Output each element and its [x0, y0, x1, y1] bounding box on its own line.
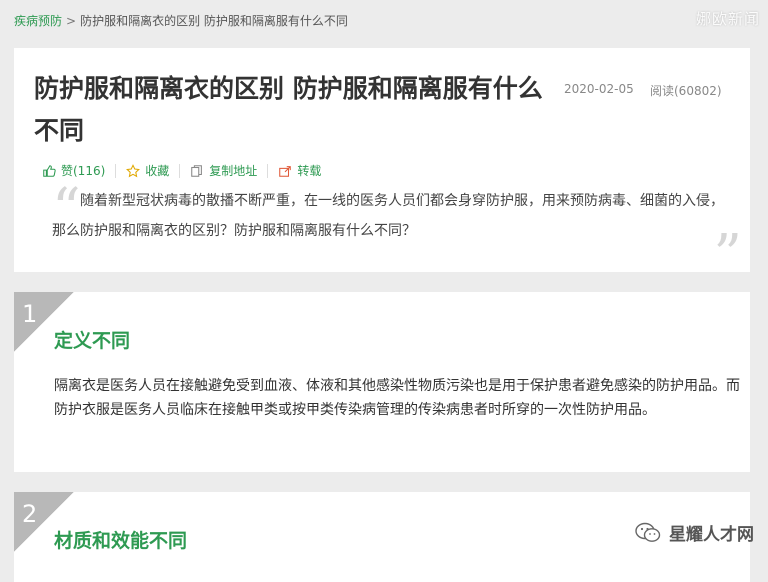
article-summary: 随着新型冠状病毒的散播不断严重，在一线的医务人员们都会身穿防护服，用来预防病毒、…: [52, 193, 724, 239]
action-divider: [115, 163, 117, 178]
copy-label: 复制地址: [209, 164, 258, 178]
section-number: 2: [22, 500, 38, 528]
breadcrumb-current: 防护服和隔离衣的区别 防护服和隔离服有什么不同: [80, 14, 348, 28]
section-card: 1 定义不同 隔离衣是医务人员在接触避免受到血液、体液和其他感染性物质污染也是用…: [14, 292, 750, 472]
watermark-brand: 星耀人才网: [635, 520, 754, 545]
quote-close-mark: ”: [713, 223, 742, 288]
share-label: 转载: [297, 164, 322, 178]
thumbs-up-icon: [43, 164, 56, 177]
share-button[interactable]: 转载: [278, 162, 321, 179]
article-date: 2020-02-05: [564, 82, 634, 96]
watermark-top: 娜欧新闻: [695, 10, 760, 28]
section-number: 1: [22, 300, 38, 328]
favorite-label: 收藏: [145, 164, 170, 178]
breadcrumb-category-link[interactable]: 疾病预防: [14, 14, 62, 28]
article-actions: 赞(116) 收藏 复制地址 转载: [42, 162, 321, 179]
breadcrumb: 疾病预防 > 防护服和隔离衣的区别 防护服和隔离服有什么不同: [14, 12, 348, 29]
breadcrumb-separator: >: [66, 14, 77, 28]
page-title: 防护服和隔离衣的区别 防护服和隔离服有什么不同: [34, 74, 543, 145]
favorite-button[interactable]: 收藏: [126, 162, 169, 179]
action-divider: [179, 163, 181, 178]
share-icon: [279, 165, 292, 177]
brand-name: 星耀人才网: [669, 525, 754, 545]
article-views: 阅读(60802): [650, 84, 722, 98]
wechat-icon: [635, 522, 661, 542]
article-header-card: 防护服和隔离衣的区别 防护服和隔离服有什么不同 2020-02-05 阅读(60…: [14, 48, 750, 284]
copy-icon: [191, 164, 203, 177]
section-body: 隔离衣是医务人员在接触避免受到血液、体液和其他感染性物质污染也是用于保护患者避免…: [54, 378, 740, 418]
section-heading: 材质和效能不同: [54, 530, 188, 552]
star-icon: [126, 163, 141, 177]
action-divider: [267, 163, 269, 178]
copy-link-button[interactable]: 复制地址: [190, 162, 257, 179]
section-heading: 定义不同: [54, 330, 131, 352]
